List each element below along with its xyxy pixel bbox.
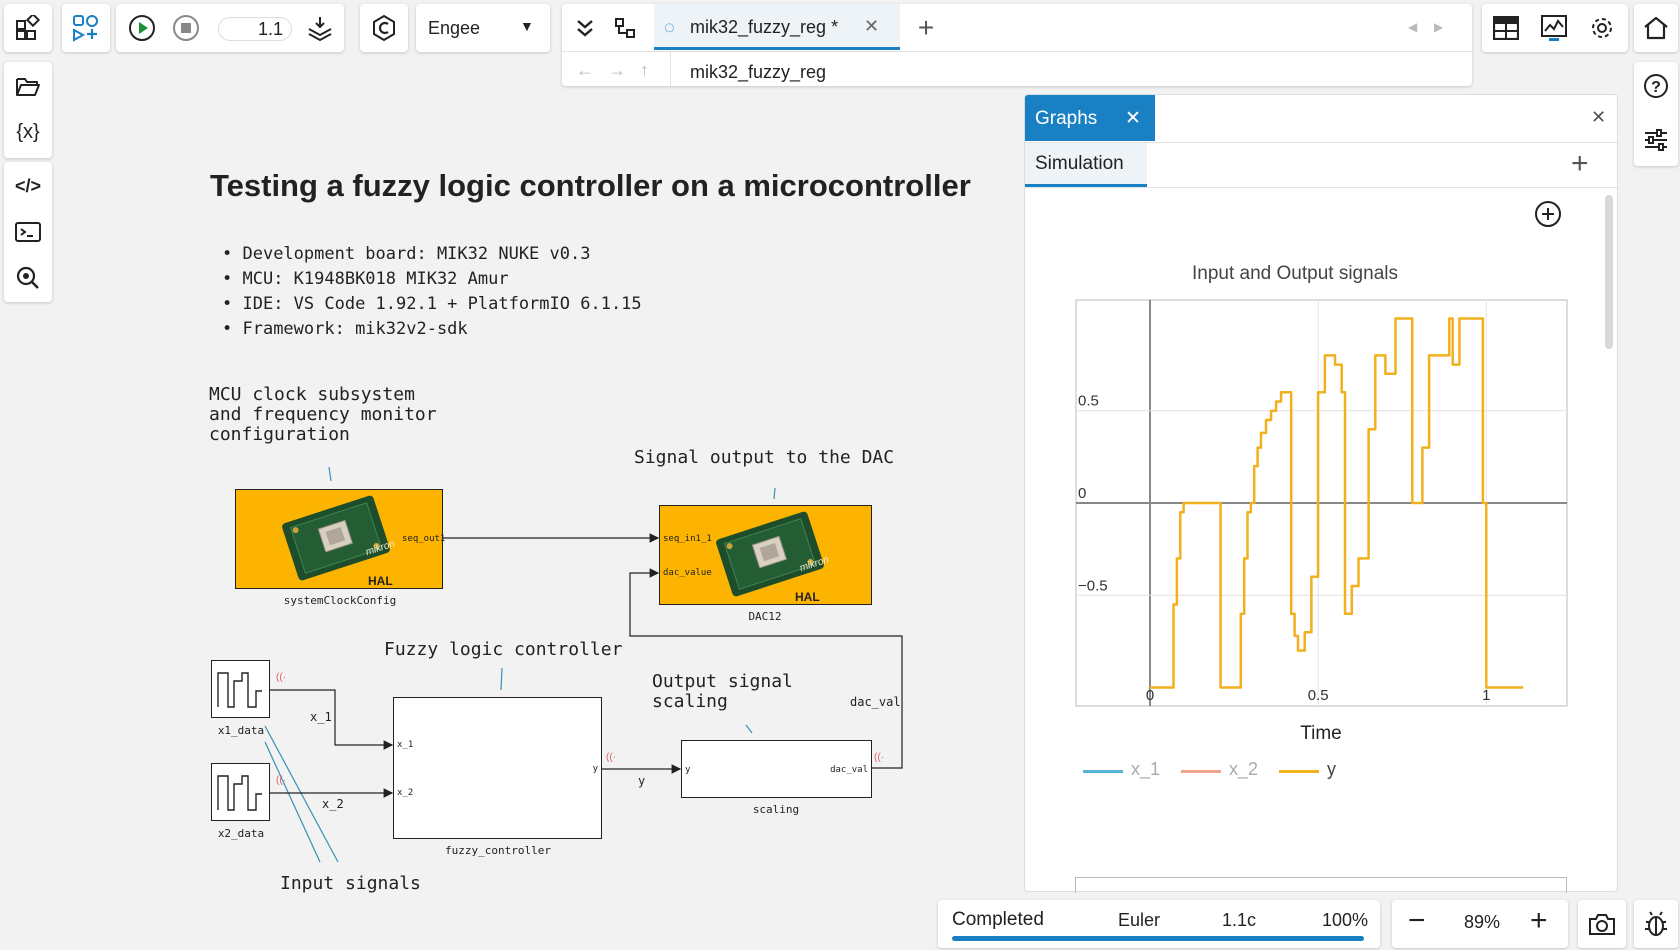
- x-axis-label: Time: [1300, 723, 1342, 744]
- scaling-label: scaling: [752, 803, 800, 816]
- tab-scroll-left-icon[interactable]: ◀: [1408, 20, 1417, 34]
- x1-data-block[interactable]: [211, 660, 270, 718]
- port-x1: x_1: [397, 740, 414, 750]
- graphs-icon[interactable]: [1534, 8, 1574, 48]
- port-y: y: [592, 764, 598, 774]
- tab-scroll-right-icon[interactable]: ▶: [1434, 20, 1443, 34]
- tab-simulation-label: Simulation: [1035, 153, 1124, 174]
- port-y-in: y: [685, 765, 691, 775]
- zoom-in-icon[interactable]: +: [1530, 904, 1548, 938]
- signal-label-dac-val[interactable]: dac_val: [850, 695, 901, 709]
- status-panel: Completed Euler 1.1c 100%: [938, 900, 1380, 948]
- dac12-block[interactable]: mikron seq_in1_1 dac_value HAL: [659, 505, 872, 605]
- port-dac-value: dac_value: [663, 568, 712, 578]
- x2-data-block[interactable]: [211, 763, 270, 821]
- hal-badge: HAL: [368, 574, 393, 588]
- y-tick-label: 0: [1078, 485, 1086, 502]
- home-icon[interactable]: [1636, 8, 1676, 48]
- zoom-in-plot-icon[interactable]: [1533, 199, 1563, 234]
- view-controls: [1482, 4, 1628, 52]
- signal-source-icon: [217, 672, 262, 708]
- gear-icon[interactable]: [1582, 8, 1622, 48]
- signal-label-x1[interactable]: x_1: [310, 710, 332, 724]
- hal-badge: HAL: [795, 590, 820, 604]
- status-time: 1.1c: [1222, 910, 1257, 930]
- debug-panel: [1634, 900, 1678, 948]
- tab-graphs-label: Graphs: [1035, 108, 1098, 129]
- legend-swatch: [1279, 770, 1319, 773]
- progress-fill: [952, 936, 1364, 941]
- screenshot-panel: [1578, 900, 1626, 948]
- x-tick-label: 0.5: [1308, 687, 1329, 704]
- line-chart: Input and Output signals 0 0.5 1 −0.5 0 0.5 T…: [1075, 263, 1568, 744]
- fuzzy-controller-block[interactable]: x_1 x_2 y: [393, 697, 602, 839]
- port-seq-in1: seq_in1_1: [663, 534, 712, 544]
- port-x2: x_2: [397, 788, 414, 798]
- signal-label-x2[interactable]: x_2: [322, 797, 344, 811]
- zoom-out-icon[interactable]: −: [1408, 904, 1426, 938]
- x-tick-label: 1: [1482, 687, 1490, 704]
- table-icon[interactable]: [1486, 8, 1526, 48]
- signal-logging-icon: ((·: [276, 775, 286, 786]
- settings-sliders-icon[interactable]: [1636, 120, 1676, 160]
- close-icon[interactable]: ✕: [1125, 107, 1141, 130]
- panel-divider: [1025, 187, 1619, 188]
- zoom-level: 89%: [1464, 912, 1501, 932]
- close-panel-icon[interactable]: ✕: [1591, 107, 1606, 128]
- x-tick-label: 0: [1146, 687, 1154, 704]
- fuzzy-controller-label: fuzzy_controller: [445, 844, 551, 857]
- signal-logging-icon: ((·: [276, 672, 286, 683]
- scaling-block[interactable]: y dac_val: [681, 740, 872, 798]
- dac12-label: DAC12: [748, 610, 782, 623]
- graphs-panel: Graphs ✕ ✕ Simulation + Input and Output…: [1024, 94, 1619, 893]
- system-clock-config-block[interactable]: mikron seq_out1 HAL: [235, 489, 446, 589]
- legend-swatch: [1083, 770, 1123, 773]
- add-plot-icon[interactable]: +: [1571, 147, 1589, 181]
- scrollbar[interactable]: [1605, 195, 1613, 349]
- tab-simulation[interactable]: Simulation: [1025, 143, 1147, 187]
- x2-data-label: x2_data: [217, 827, 265, 840]
- svg-text:?: ?: [1651, 79, 1661, 96]
- signal-logging-icon: ((·: [874, 752, 884, 763]
- help-icon[interactable]: ?: [1636, 66, 1676, 106]
- home-panel: [1634, 4, 1678, 52]
- zoom-panel: − 89% +: [1392, 900, 1568, 948]
- port-seq-out1: seq_out1: [402, 534, 446, 544]
- camera-icon[interactable]: [1582, 904, 1622, 944]
- bug-icon[interactable]: [1636, 904, 1676, 944]
- legend-swatch: [1181, 770, 1221, 773]
- legend-label: x_2: [1229, 759, 1259, 779]
- status-state: Completed: [952, 909, 1044, 930]
- signal-source-icon: [217, 775, 262, 811]
- progress-track: [952, 936, 1364, 941]
- tab-graphs[interactable]: Graphs ✕: [1025, 95, 1155, 141]
- signal-label-y[interactable]: y: [638, 774, 645, 788]
- x1-data-label: x1_data: [217, 724, 265, 737]
- system-clock-config-label: systemClockConfig: [283, 594, 397, 607]
- y-tick-label: −0.5: [1078, 577, 1108, 594]
- help-panel: ?: [1634, 62, 1678, 166]
- port-dac-val: dac_val: [830, 765, 868, 775]
- chart-title: Input and Output signals: [1192, 263, 1398, 284]
- status-percent: 100%: [1322, 910, 1369, 930]
- signal-logging-icon: ((·: [606, 752, 616, 763]
- status-solver: Euler: [1118, 910, 1161, 930]
- legend-label: x_1: [1131, 759, 1161, 779]
- y-tick-label: 0.5: [1078, 393, 1099, 410]
- legend-label: y: [1327, 759, 1336, 779]
- next-plot-preview: [1075, 877, 1567, 893]
